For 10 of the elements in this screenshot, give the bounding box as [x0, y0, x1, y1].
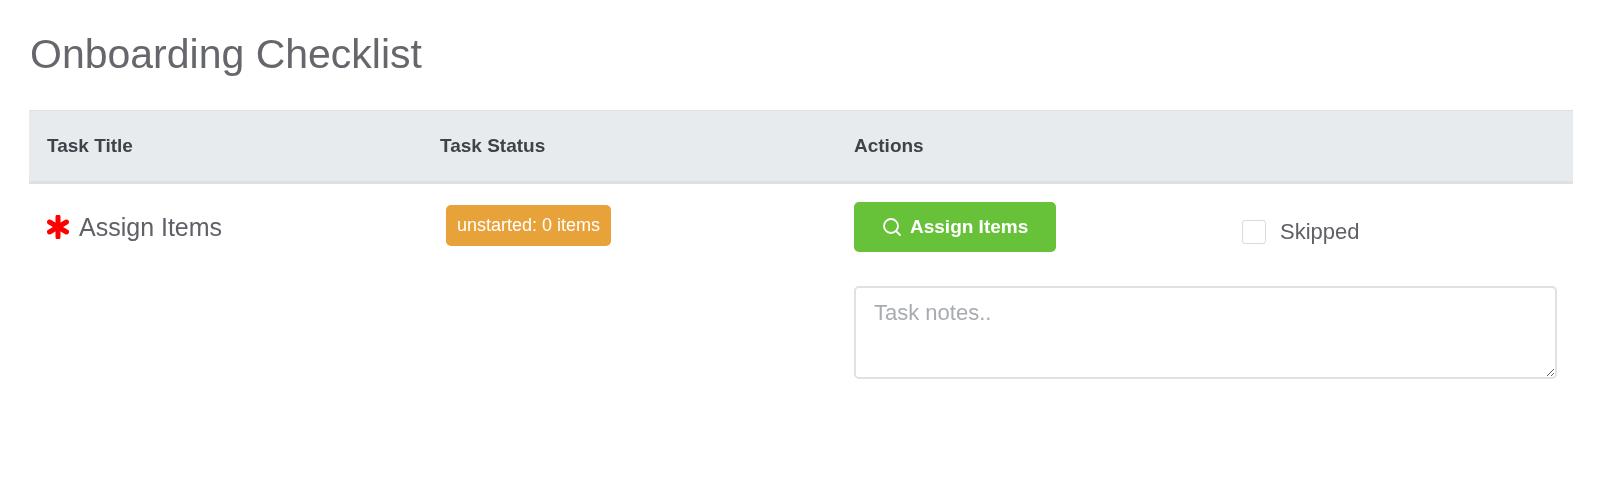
column-header: Actions — [853, 135, 924, 157]
column-header: Task Title — [46, 135, 133, 157]
task-notes-field[interactable]: Task notes.. — [854, 286, 1557, 379]
checkbox-label[interactable]: Skipped — [1280, 219, 1360, 245]
status-badge: unstarted: 0 items — [446, 205, 612, 246]
column-header: Task Status — [439, 135, 546, 157]
page-title: Onboarding Checklist — [30, 30, 423, 79]
skipped-checkbox[interactable] — [1242, 220, 1266, 244]
search-icon — [882, 217, 902, 237]
task-title: Assign Items — [79, 212, 223, 242]
